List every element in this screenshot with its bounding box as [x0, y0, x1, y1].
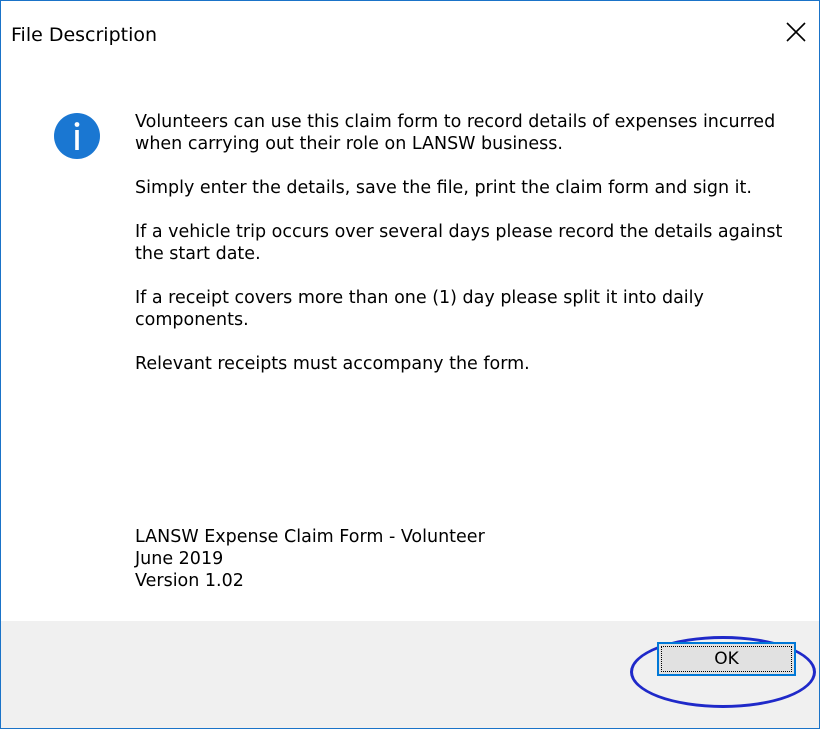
- message-paragraph: Relevant receipts must accompany the for…: [135, 354, 530, 374]
- close-button[interactable]: [773, 9, 819, 55]
- message-paragraph: Volunteers can use this claim form to re…: [135, 112, 776, 154]
- ok-button-label: OK: [714, 649, 739, 669]
- message-paragraph: If a vehicle trip occurs over several da…: [135, 222, 783, 264]
- form-version: Version 1.02: [135, 571, 244, 591]
- dialog-titlebar: File Description: [1, 1, 819, 69]
- dialog-content: Volunteers can use this claim form to re…: [1, 69, 819, 621]
- dialog-footer: OK: [1, 621, 819, 728]
- close-icon: [786, 22, 806, 42]
- dialog-message: Volunteers can use this claim form to re…: [135, 111, 795, 375]
- file-description-dialog: File Description Volunteers can use this…: [0, 0, 820, 729]
- form-name: LANSW Expense Claim Form - Volunteer: [135, 527, 485, 547]
- form-date: June 2019: [135, 549, 224, 569]
- version-info: LANSW Expense Claim Form - Volunteer Jun…: [135, 526, 485, 592]
- dialog-title: File Description: [11, 24, 158, 46]
- message-paragraph: If a receipt covers more than one (1) da…: [135, 288, 704, 330]
- message-paragraph: Simply enter the details, save the file,…: [135, 178, 752, 198]
- information-icon: [54, 113, 100, 159]
- ok-button[interactable]: OK: [657, 642, 796, 676]
